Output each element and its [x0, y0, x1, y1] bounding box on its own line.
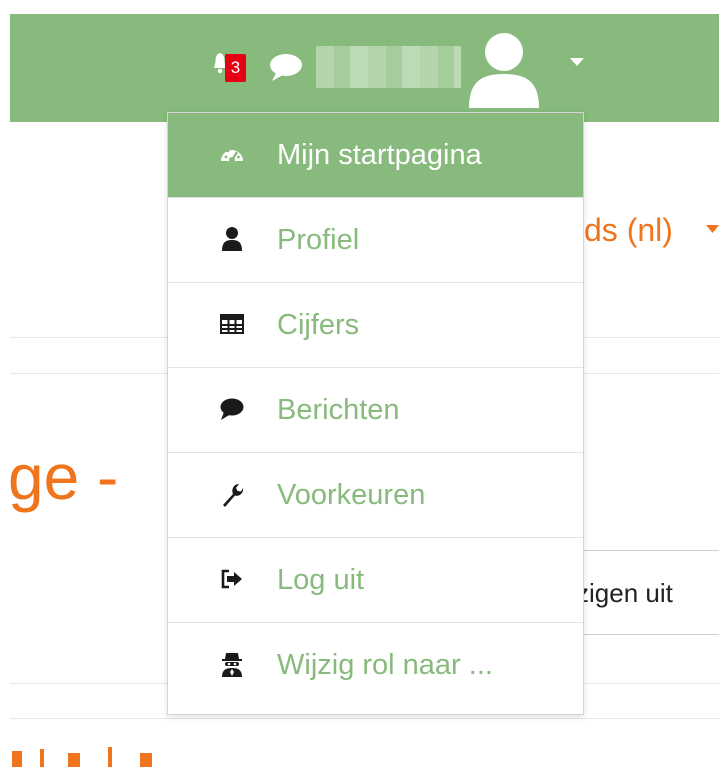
menu-item-label: Profiel: [277, 224, 360, 256]
menu-item-label: Voorkeuren: [277, 479, 426, 511]
menu-item-label: Log uit: [277, 564, 365, 596]
divider: [10, 718, 719, 719]
menu-item-cijfers[interactable]: Cijfers: [168, 283, 583, 368]
menu-item-wijzig-rol[interactable]: Wijzig rol naar ...: [168, 623, 583, 708]
menu-item-voorkeuren[interactable]: Voorkeuren: [168, 453, 583, 538]
edit-button[interactable]: zigen uit: [576, 550, 719, 635]
message-icon[interactable]: [268, 52, 304, 82]
dashboard-icon: [221, 147, 243, 163]
menu-item-mijn-startpagina[interactable]: Mijn startpagina: [168, 113, 583, 198]
menu-item-label: Mijn startpagina: [277, 139, 482, 171]
user-dropdown-menu: Mijn startpagina Profiel Cijfers Bericht…: [167, 112, 584, 715]
table-icon: [220, 314, 244, 334]
notification-count-badge[interactable]: 3: [225, 54, 246, 82]
edit-button-label: zigen uit: [576, 578, 673, 608]
avatar[interactable]: [467, 30, 541, 108]
page-title: ge -: [8, 441, 119, 513]
language-caret-icon[interactable]: [706, 225, 719, 233]
page-text-fragment: [12, 747, 152, 767]
language-selector[interactable]: ds (nl): [584, 212, 673, 249]
username-blurred[interactable]: [316, 46, 461, 88]
menu-item-log-uit[interactable]: Log uit: [168, 538, 583, 623]
menu-item-profiel[interactable]: Profiel: [168, 198, 583, 283]
menu-item-label: Wijzig rol naar ...: [277, 649, 493, 681]
menu-item-label: Berichten: [277, 394, 400, 426]
user-icon: [222, 227, 242, 251]
menu-item-label: Cijfers: [277, 309, 360, 341]
user-menu-caret-icon[interactable]: [570, 58, 584, 66]
comment-icon: [220, 398, 244, 420]
sign-out-icon: [221, 569, 242, 589]
wrench-icon: [223, 484, 244, 507]
user-secret-icon: [222, 653, 242, 677]
menu-item-berichten[interactable]: Berichten: [168, 368, 583, 453]
